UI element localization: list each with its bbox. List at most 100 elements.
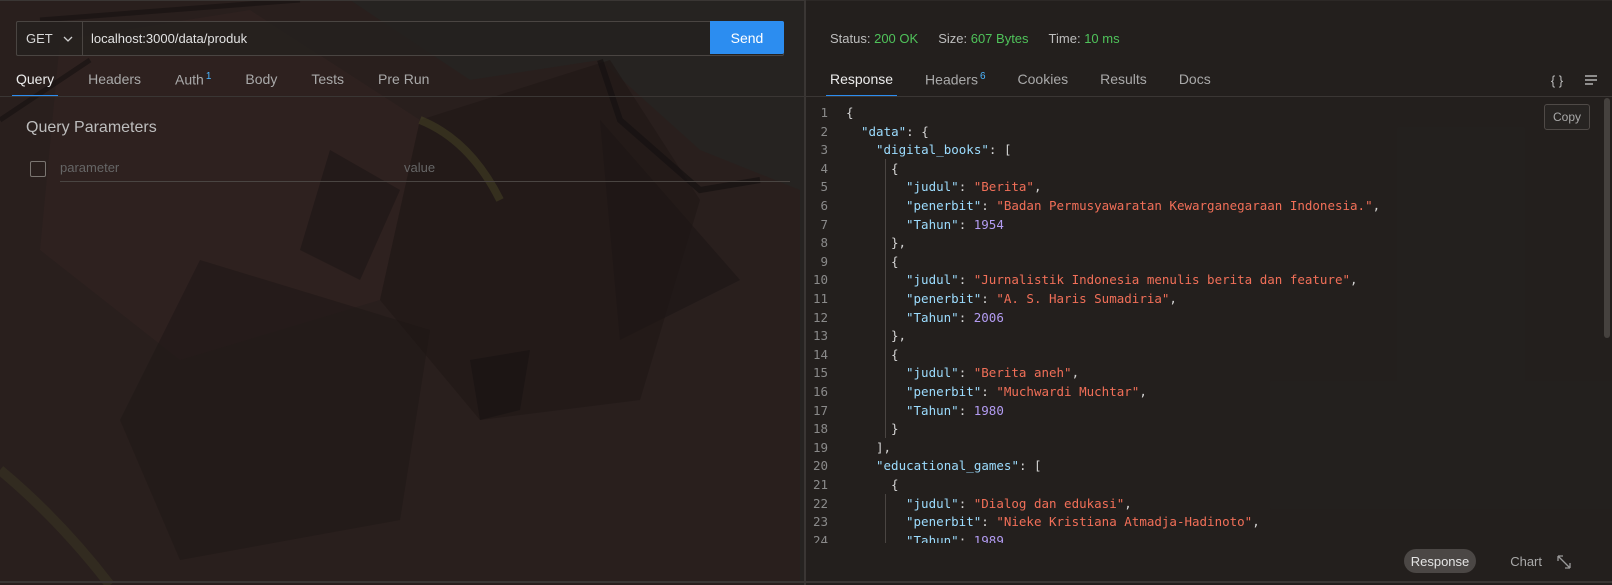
json-key: "judul": [906, 495, 959, 511]
code-line: 8},: [806, 233, 1566, 252]
json-key: "penerbit": [906, 198, 982, 213]
url-input[interactable]: [83, 22, 710, 55]
tabs-divider: [0, 96, 804, 97]
json-key: "Tahun": [906, 216, 959, 232]
tab-pre-run[interactable]: Pre Run: [378, 71, 429, 95]
param-value-input[interactable]: [404, 160, 744, 175]
tab-auth[interactable]: Auth 1: [175, 71, 211, 95]
code-line: 13},: [806, 326, 1566, 345]
size-label: Size:: [938, 31, 968, 46]
bottom-divider: [0, 581, 1612, 583]
response-scrollbar[interactable]: [1604, 98, 1610, 338]
menu-lines-icon[interactable]: [1580, 70, 1602, 90]
code-text: {: [891, 159, 899, 178]
response-tabs: Response Headers 6 Cookies Results Docs: [825, 71, 1243, 97]
code-text: "Tahun": 1989: [906, 531, 1004, 543]
code-text: },: [891, 233, 906, 252]
code-line: 22 "judul": "Dialog dan edukasi",: [806, 494, 1566, 513]
json-punctuation: :: [981, 514, 997, 530]
json-string: "Nieke Kristiana Atmadja-Hadinoto": [996, 514, 1253, 530]
tab-docs[interactable]: Docs: [1179, 71, 1211, 95]
braces-icon[interactable]: { }: [1546, 70, 1568, 90]
code-line: 16 "penerbit": "Muchwardi Muchtar",: [806, 382, 1566, 401]
code-text: "judul": "Dialog dan edukasi",: [906, 494, 1132, 513]
json-punctuation: :: [958, 216, 974, 232]
code-text: "data": {: [861, 122, 929, 141]
tab-headers[interactable]: Headers: [88, 71, 141, 95]
code-text: {: [891, 252, 899, 271]
tab-response-headers[interactable]: Headers 6: [925, 71, 985, 95]
query-parameter-row: [30, 158, 790, 182]
code-text: },: [891, 326, 906, 345]
json-number: 1989: [973, 532, 1004, 543]
line-number: 20: [812, 458, 828, 474]
tab-cookies[interactable]: Cookies: [1018, 71, 1069, 95]
json-key: "Tahun": [906, 309, 959, 325]
code-line: 5 "judul": "Berita",: [806, 177, 1566, 196]
tab-tests[interactable]: Tests: [311, 71, 344, 95]
code-text: "penerbit": "Badan Permusyawaratan Kewar…: [906, 196, 1380, 215]
json-punctuation: ,: [1033, 179, 1042, 195]
line-number: 17: [812, 402, 828, 418]
json-punctuation: :: [958, 272, 974, 288]
code-line: 14 {: [806, 345, 1566, 364]
json-punctuation: {: [891, 253, 899, 269]
code-line: 10 "judul": "Jurnalistik Indonesia menuli…: [806, 270, 1566, 289]
status-label: Status:: [830, 31, 871, 46]
code-text: "penerbit": "Muchwardi Muchtar",: [906, 382, 1147, 401]
tab-response[interactable]: Response: [825, 71, 898, 97]
json-punctuation: {: [891, 160, 899, 176]
json-punctuation: ,: [1252, 514, 1260, 530]
chart-view-button[interactable]: Chart: [1510, 554, 1542, 569]
line-number: 6: [820, 198, 828, 213]
param-name-input[interactable]: [60, 160, 392, 175]
method-select[interactable]: GET: [17, 22, 83, 55]
json-number: 1980: [973, 402, 1004, 418]
json-punctuation: {: [891, 477, 899, 492]
json-key: "penerbit": [906, 291, 982, 306]
line-number: 8: [820, 235, 828, 251]
request-tabs: Query Headers Auth 1 Body Tests Pre Run: [11, 71, 463, 97]
line-number: 5: [820, 179, 828, 195]
copy-button[interactable]: Copy: [1544, 104, 1590, 130]
code-line: 20 "educational_games": [: [806, 456, 1566, 475]
json-punctuation: :: [958, 179, 974, 195]
tab-response-label: Response: [830, 71, 894, 87]
send-button[interactable]: Send: [710, 21, 784, 54]
json-string: "Berita aneh": [973, 365, 1072, 381]
code-text: ],: [876, 438, 891, 457]
json-punctuation: :: [958, 365, 974, 381]
json-key: "Tahun": [906, 402, 959, 418]
line-number: 1: [820, 105, 828, 120]
response-tabs-divider: [806, 96, 1612, 97]
tab-body[interactable]: Body: [245, 71, 277, 95]
line-number: 12: [812, 309, 828, 325]
code-line: 15 "judul": "Berita aneh",: [806, 363, 1566, 382]
json-punctuation: {: [891, 346, 899, 362]
tab-results[interactable]: Results: [1100, 71, 1147, 95]
tab-pre-run-label: Pre Run: [378, 71, 430, 87]
tab-response-headers-label: Headers: [925, 71, 978, 88]
json-punctuation: ,: [1372, 198, 1381, 213]
line-number: 23: [812, 514, 828, 530]
json-punctuation: :: [958, 495, 974, 511]
json-number: 2006: [973, 309, 1004, 325]
param-checkbox[interactable]: [30, 161, 46, 177]
response-pane: Status: 200 OK Size: 607 Bytes Time: 10 …: [806, 0, 1612, 585]
code-line: 23 "penerbit": "Nieke Kristiana Atmadja-H…: [806, 512, 1566, 531]
json-punctuation: ,: [1124, 495, 1132, 511]
json-number: 1954: [973, 216, 1004, 232]
line-number: 13: [812, 328, 828, 344]
json-punctuation: ,: [1350, 272, 1358, 288]
expand-icon[interactable]: [1556, 554, 1572, 570]
json-key: "judul": [906, 365, 959, 381]
json-string: "Jurnalistik Indonesia menulis berita da…: [973, 272, 1351, 288]
tab-query[interactable]: Query: [11, 71, 59, 97]
tab-results-label: Results: [1100, 71, 1147, 87]
response-view-button[interactable]: Response: [1404, 549, 1476, 573]
code-text: }: [891, 419, 899, 438]
status-value: 200 OK: [874, 31, 919, 46]
code-text: "Tahun": 2006: [906, 308, 1004, 327]
indent-guide: [885, 493, 886, 543]
chevron-down-icon: [63, 36, 73, 42]
